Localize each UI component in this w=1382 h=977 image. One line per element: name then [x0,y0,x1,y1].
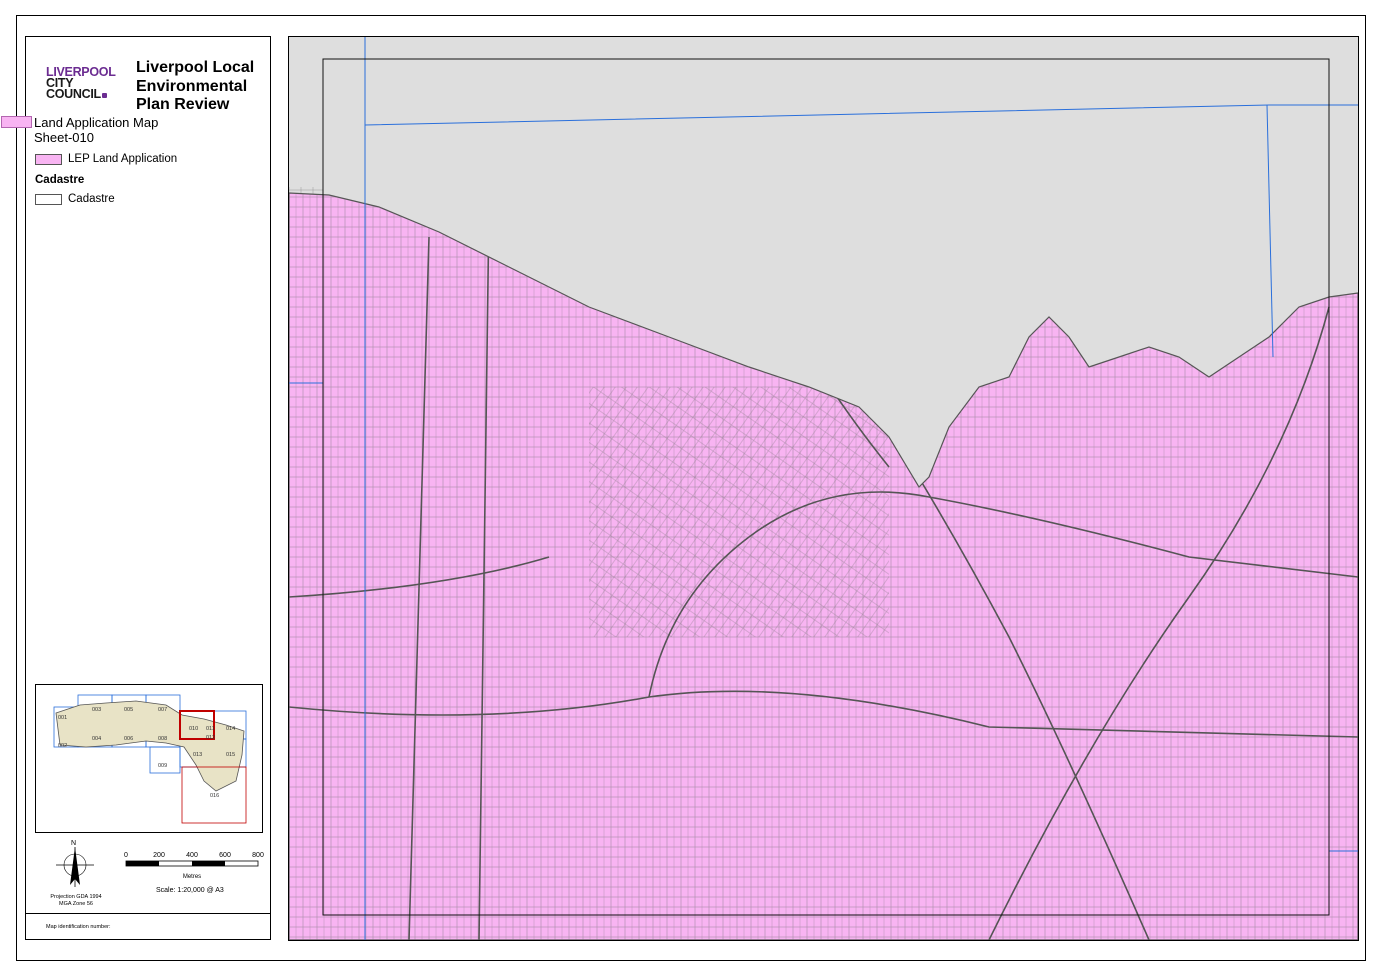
legend-panel: LIVERPOOL CITY COUNCIL Liverpool Local E… [1,36,271,940]
title-line-3: Plan Review [136,96,230,113]
key-label-013: 013 [193,752,202,758]
land-application-swatch [35,153,62,165]
projection-info: Projection GDA 1994 MGA Zone 56 [44,894,108,907]
north-label: N [71,840,76,847]
key-label-007: 007 [158,707,167,713]
map-name: Land Application Map [34,115,159,130]
key-label-004: 004 [92,736,101,742]
key-label-011: 011 [206,726,215,732]
map-name-block: Land Application Map Sheet-010 [34,115,158,145]
key-label-016: 016 [210,793,219,799]
key-label-001: 001 [58,715,67,721]
scale-tick-600: 600 [219,852,231,859]
projection-line-2: MGA Zone 56 [59,900,93,907]
logo-line-3: COUNCIL [46,87,101,101]
projection-line-1: Projection GDA 1994 [50,894,102,900]
sheet-number: Sheet-010 [34,130,94,145]
key-label-015: 015 [226,752,235,758]
key-label-005: 005 [124,707,133,713]
map-id-label: Map identification number: [46,924,111,930]
key-label-010: 010 [189,726,198,732]
legend-footer: Map identification number: [26,913,270,939]
key-label-006: 006 [124,736,133,742]
north-arrow-icon: N [56,840,94,887]
north-arrow: N [54,837,96,896]
map-frame [288,36,1359,941]
key-label-003: 003 [92,707,101,713]
cadastre-parcels-curved [589,387,889,637]
key-map-svg: 001 002 003 004 005 006 007 008 009 010 … [53,694,247,824]
cadastre-heading: Cadastre [35,174,85,186]
cadastre-swatch [35,193,62,205]
scale-tick-200: 200 [153,852,165,859]
key-label-008: 008 [158,736,167,742]
map-canvas [289,37,1358,940]
map-title: Liverpool Local Environmental Plan Revie… [136,59,254,115]
legend-item-land-application: LEP Land Application [35,153,177,165]
land-application-label: LEP Land Application [68,153,178,165]
key-label-012: 012 [206,735,215,741]
key-map: 001 002 003 004 005 006 007 008 009 010 … [35,684,263,833]
cadastre-label: Cadastre [68,193,115,205]
scale-text: Scale: 1:20,000 @ A3 [156,887,224,894]
council-logo: LIVERPOOL CITY COUNCIL [46,66,116,101]
key-label-009: 009 [158,763,167,769]
logo-dot-icon [101,93,107,98]
scale-tick-400: 400 [186,852,198,859]
key-label-002: 002 [58,743,67,749]
legend-item-cadastre: Cadastre [35,193,115,205]
scale-tick-0: 0 [124,852,128,859]
title-line-1: Liverpool Local [136,59,255,76]
scale-tick-800: 800 [252,852,264,859]
scale-unit: Metres [183,874,201,880]
map-name-swatch [1,116,32,128]
title-line-2: Environmental [136,77,248,95]
scale-bar-svg: 0 200 400 600 800 Metres [124,852,264,880]
key-label-014: 014 [226,726,235,732]
